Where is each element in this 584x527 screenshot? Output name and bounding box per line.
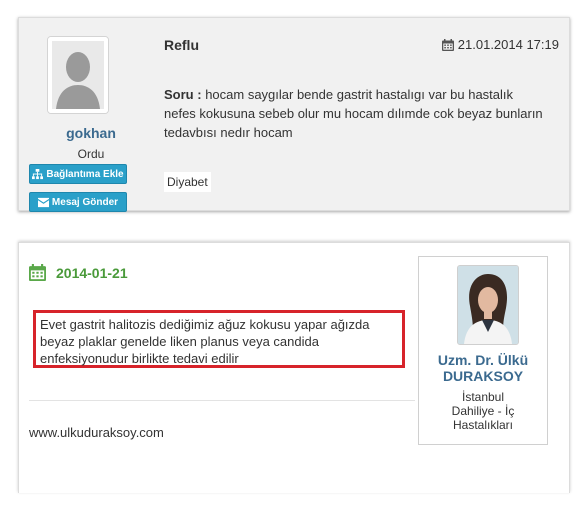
calendar-icon bbox=[29, 264, 46, 281]
doctor-photo[interactable] bbox=[457, 265, 519, 345]
question-label: Soru : bbox=[164, 87, 202, 102]
add-connection-button[interactable]: Bağlantıma Ekle bbox=[29, 164, 127, 184]
user-city: Ordu bbox=[77, 147, 105, 161]
doctor-specialty-line1: Dahiliye - İç bbox=[451, 404, 515, 418]
sitemap-icon bbox=[32, 168, 44, 179]
send-message-button[interactable]: Mesaj Gönder bbox=[29, 192, 127, 212]
doctor-city: İstanbul bbox=[461, 390, 505, 404]
divider bbox=[29, 400, 415, 401]
user-avatar[interactable] bbox=[47, 36, 109, 114]
answer-highlight-box: Evet gastrit halitozis dediğimiz ağuz ko… bbox=[33, 310, 405, 368]
user-silhouette-icon bbox=[48, 37, 108, 113]
answer-card: 2014-01-21 Evet gastrit halitozis dediği… bbox=[18, 242, 570, 493]
doctor-name-line1: Uzm. Dr. Ülkü bbox=[437, 352, 529, 368]
category-tag[interactable]: Diyabet bbox=[164, 172, 211, 192]
doctor-name-line2: DURAKSOY bbox=[442, 368, 524, 384]
doctor-specialty-line2: Hastalıkları bbox=[452, 418, 514, 432]
question-text: hocam saygılar bende gastrit hastalıgı v… bbox=[164, 87, 543, 140]
doctor-portrait-icon bbox=[458, 266, 518, 344]
answer-date: 2014-01-21 bbox=[29, 264, 128, 281]
answer-text: Evet gastrit halitozis dediğimiz ağuz ko… bbox=[40, 317, 370, 366]
doctor-name[interactable]: Uzm. Dr. Ülkü DURAKSOY bbox=[419, 352, 547, 384]
add-connection-label: Bağlantıma Ekle bbox=[46, 168, 124, 180]
doctor-website[interactable]: www.ulkuduraksoy.com bbox=[29, 425, 164, 440]
envelope-icon bbox=[37, 197, 49, 207]
question-card: gokhan Ordu Bağlantıma Ekle Mesaj Gönder… bbox=[18, 17, 570, 212]
user-name[interactable]: gokhan bbox=[19, 125, 163, 141]
question-date: 21.01.2014 17:19 bbox=[441, 37, 559, 52]
question-body: Soru : hocam saygılar bende gastrit hast… bbox=[164, 85, 544, 142]
question-title[interactable]: Reflu bbox=[164, 37, 199, 53]
doctor-panel: Uzm. Dr. Ülkü DURAKSOY İstanbul Dahiliye… bbox=[418, 256, 548, 445]
answer-date-text: 2014-01-21 bbox=[56, 264, 128, 281]
doctor-meta: İstanbul Dahiliye - İç Hastalıkları bbox=[419, 390, 547, 432]
send-message-label: Mesaj Gönder bbox=[51, 196, 119, 208]
question-date-text: 21.01.2014 17:19 bbox=[457, 37, 559, 52]
calendar-icon bbox=[441, 38, 454, 51]
